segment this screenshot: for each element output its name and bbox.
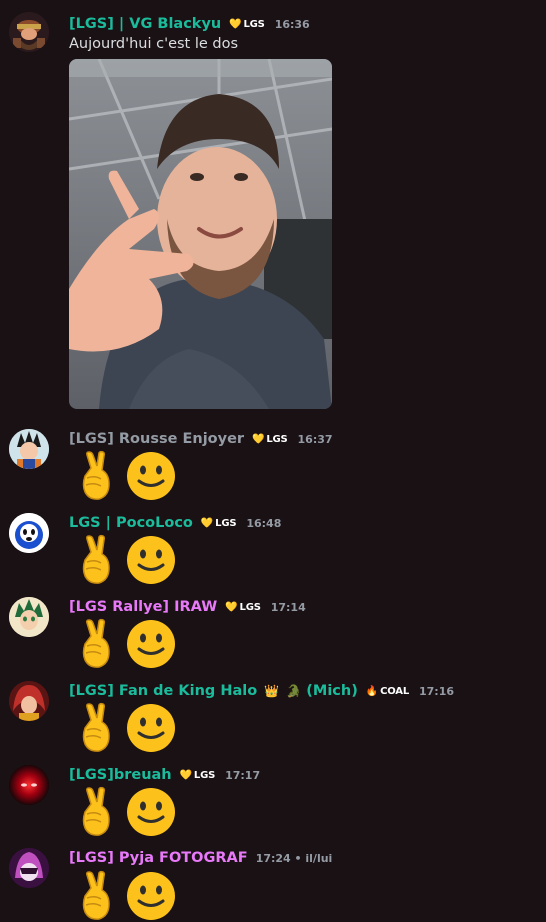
message-header: [LGS] | VG Blackyu 💛 LGS 16:36 (69, 14, 310, 34)
emoji-row (69, 702, 177, 754)
author-name[interactable]: [LGS] Fan de King Halo 👑 🐊 (Mich) (69, 683, 358, 699)
yellow-heart-icon: 💛 (200, 517, 214, 529)
victory-hand-icon[interactable] (69, 702, 121, 754)
message-header: [LGS]breuah 💛 LGS 17:17 (69, 765, 260, 785)
guild-tag[interactable]: 💛 LGS (252, 433, 288, 445)
crown-icon: 👑 (264, 684, 280, 698)
green-hair-hero-avatar[interactable] (9, 597, 49, 637)
guild-tag[interactable]: 🔥 COAL (366, 686, 409, 697)
author-name[interactable]: [LGS]breuah (69, 767, 172, 783)
timestamp[interactable]: 16:48 (246, 517, 281, 530)
yellow-heart-icon: 💛 (225, 601, 238, 613)
slightly-smiling-face-icon[interactable] (125, 870, 177, 922)
author-name[interactable]: [LGS] Pyja FOTOGRAF (69, 850, 248, 866)
emoji-row (69, 870, 177, 922)
timestamp[interactable]: 16:37 (298, 433, 333, 446)
yellow-heart-icon: 💛 (179, 769, 192, 781)
emoji-row (69, 786, 177, 838)
message-header: LGS | PocoLoco 💛 LGS 16:48 (69, 513, 281, 533)
guild-tag-label: COAL (380, 685, 409, 697)
dwarf-warrior-avatar[interactable] (9, 12, 49, 52)
timestamp[interactable]: 17:17 (225, 769, 260, 782)
timestamp[interactable]: 16:36 (275, 18, 310, 31)
slightly-smiling-face-icon[interactable] (125, 702, 177, 754)
author-name-text: [LGS] Fan de King Halo (69, 683, 258, 699)
blue-masked-avatar[interactable] (9, 513, 49, 553)
guild-tag-label: LGS (239, 601, 261, 613)
message-header: [LGS] Rousse Enjoyer 💛 LGS 16:37 (69, 429, 333, 449)
victory-hand-icon[interactable] (69, 534, 121, 586)
message-header: [LGS] Fan de King Halo 👑 🐊 (Mich) 🔥 COAL… (69, 681, 454, 701)
message-header: [LGS] Pyja FOTOGRAF 17:24 • il/lui (69, 848, 332, 868)
message-header: [LGS Rallye] IRAW 💛 LGS 17:14 (69, 597, 306, 617)
victory-hand-icon[interactable] (69, 786, 121, 838)
guild-tag-label: LGS (266, 433, 288, 445)
author-name[interactable]: LGS | PocoLoco (69, 515, 193, 531)
guild-tag-label: LGS (215, 517, 237, 529)
anime-boy-avatar[interactable] (9, 429, 49, 469)
victory-hand-icon[interactable] (69, 450, 121, 502)
red-hair-avatar[interactable] (9, 681, 49, 721)
yellow-heart-icon: 💛 (252, 433, 265, 445)
victory-hand-icon[interactable] (69, 618, 121, 670)
guild-tag[interactable]: 💛 LGS (179, 769, 216, 781)
guild-tag[interactable]: 💛 LGS (200, 517, 237, 529)
red-glow-avatar[interactable] (9, 765, 49, 805)
selfie-photo[interactable] (69, 59, 332, 409)
crocodile-icon: 🐊 (286, 684, 302, 698)
author-name[interactable]: [LGS Rallye] IRAW (69, 599, 217, 615)
timestamp[interactable]: 17:14 (271, 601, 306, 614)
purple-masked-avatar[interactable] (9, 848, 49, 888)
slightly-smiling-face-icon[interactable] (125, 618, 177, 670)
victory-hand-icon[interactable] (69, 870, 121, 922)
emoji-row (69, 618, 177, 670)
emoji-row (69, 450, 177, 502)
author-name-suffix: (Mich) (306, 683, 358, 699)
emoji-row (69, 534, 177, 586)
author-name[interactable]: [LGS] | VG Blackyu (69, 16, 221, 32)
fire-icon: 🔥 (365, 685, 379, 697)
slightly-smiling-face-icon[interactable] (125, 534, 177, 586)
yellow-heart-icon: 💛 (229, 18, 242, 30)
guild-tag[interactable]: 💛 LGS (225, 601, 261, 613)
timestamp[interactable]: 17:16 (419, 685, 454, 698)
author-name[interactable]: [LGS] Rousse Enjoyer (69, 431, 244, 447)
slightly-smiling-face-icon[interactable] (125, 450, 177, 502)
message-text: Aujourd'hui c'est le dos (69, 36, 239, 52)
guild-tag-label: LGS (193, 769, 216, 781)
timestamp[interactable]: 17:24 • il/lui (256, 852, 333, 865)
slightly-smiling-face-icon[interactable] (125, 786, 177, 838)
guild-tag[interactable]: 💛 LGS (229, 18, 265, 30)
guild-tag-label: LGS (243, 18, 265, 30)
